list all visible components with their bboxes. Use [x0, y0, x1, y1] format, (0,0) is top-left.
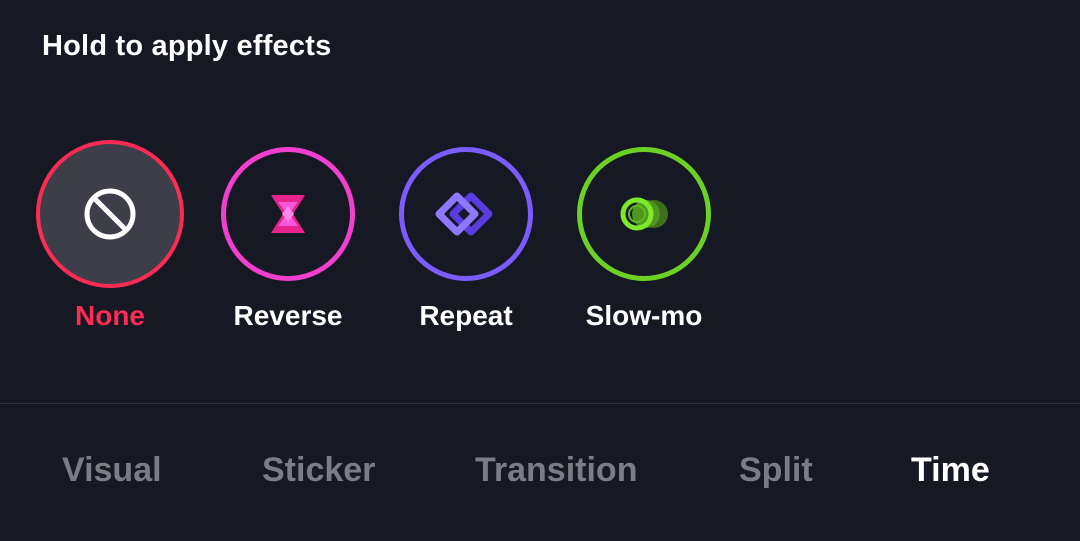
tab-visual[interactable]: Visual [62, 451, 162, 490]
tab-sticker[interactable]: Sticker [262, 451, 375, 490]
effect-repeat-button[interactable]: Repeat [391, 141, 541, 332]
tab-split[interactable]: Split [739, 451, 813, 490]
page-title: Hold to apply effects [42, 30, 332, 62]
divider [0, 403, 1080, 404]
reverse-icon [271, 195, 305, 233]
effect-reverse-label: Reverse [233, 300, 343, 331]
tab-time[interactable]: Time [911, 451, 990, 490]
slow-mo-icon [620, 197, 668, 231]
none-icon [84, 188, 136, 240]
effect-none-label: None [75, 300, 145, 331]
effect-reverse-ring[interactable] [221, 147, 355, 281]
effect-repeat-label: Repeat [419, 300, 513, 331]
effect-none-button[interactable]: None [35, 140, 185, 332]
effect-slow-mo-button[interactable]: Slow-mo [569, 141, 719, 332]
effect-repeat-ring[interactable] [399, 147, 533, 281]
repeat-icon [435, 192, 493, 236]
effect-slow-mo-ring[interactable] [577, 147, 711, 281]
effect-slow-mo-label: Slow-mo [585, 300, 703, 331]
tab-transition[interactable]: Transition [475, 451, 637, 490]
effect-none-ring[interactable] [36, 140, 184, 288]
effect-reverse-button[interactable]: Reverse [213, 141, 363, 332]
